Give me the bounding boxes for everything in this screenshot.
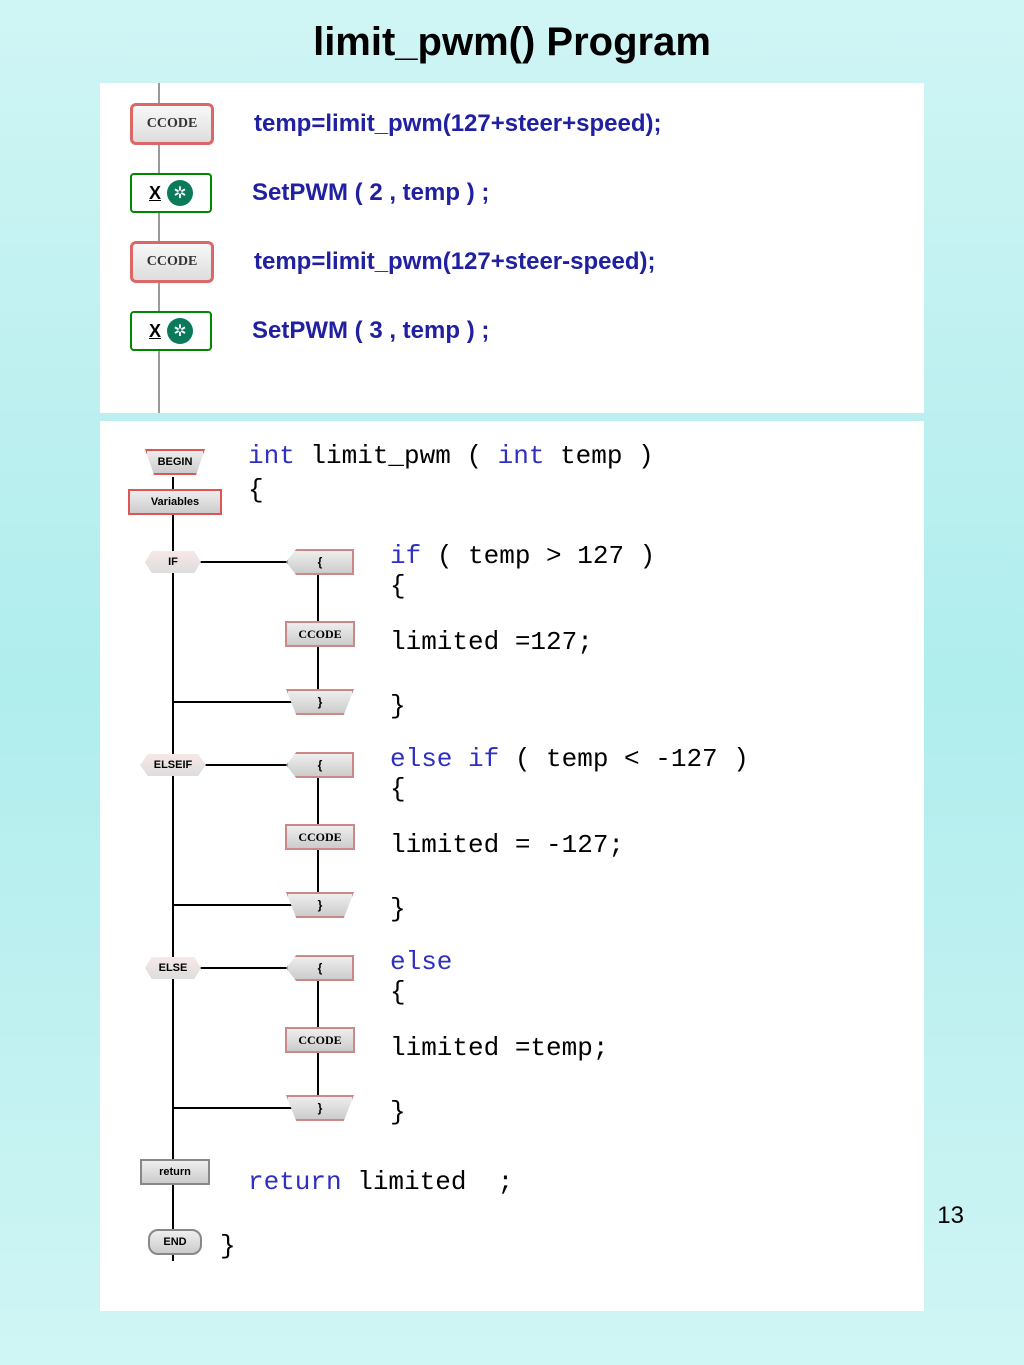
code-row: X ✲ SetPWM ( 2 , temp ) ;: [110, 173, 914, 213]
x-icon: X: [149, 321, 161, 342]
return-line: return limited ;: [248, 1167, 513, 1197]
ccode-small-icon: CCODE: [285, 1027, 355, 1053]
elseif-line: else if ( temp < -127 ): [390, 744, 749, 774]
ccode-block-icon: CCODE: [130, 103, 214, 145]
code-text: temp=limit_pwm(127+steer+speed);: [254, 110, 662, 138]
brace-open-icon: {: [286, 752, 354, 778]
close-brace-text: }: [220, 1231, 236, 1261]
variables-node-icon: Variables: [128, 489, 222, 515]
brace-open-icon: {: [286, 955, 354, 981]
gear-icon: ✲: [167, 180, 193, 206]
code-text: temp=limit_pwm(127+steer-speed);: [254, 248, 655, 276]
ccode-small-icon: CCODE: [285, 824, 355, 850]
setpwm-block-icon: X ✲: [130, 311, 212, 351]
page-number: 13: [937, 1202, 964, 1230]
else-body: limited =temp;: [390, 1033, 608, 1063]
brace-text: }: [390, 894, 406, 924]
page-title: limit_pwm() Program: [0, 0, 1024, 75]
brace-text: {: [390, 977, 406, 1007]
gear-icon: ✲: [167, 318, 193, 344]
flowchart-main-line: [172, 477, 174, 1261]
flowchart-panel: BEGIN Variables IF ELSEIF ELSE return EN…: [100, 421, 924, 1311]
elseif-body: limited = -127;: [390, 830, 624, 860]
code-text: SetPWM ( 3 , temp ) ;: [252, 317, 489, 345]
setpwm-block-icon: X ✲: [130, 173, 212, 213]
ccode-block-icon: CCODE: [130, 241, 214, 283]
begin-node-icon: BEGIN: [145, 449, 205, 475]
code-row: CCODE temp=limit_pwm(127+steer-speed);: [110, 241, 914, 283]
if-body: limited =127;: [390, 627, 593, 657]
end-node-icon: END: [148, 1229, 202, 1255]
code-row: CCODE temp=limit_pwm(127+steer+speed);: [110, 103, 914, 145]
brace-close-icon: }: [286, 892, 354, 918]
brace-text: {: [390, 774, 406, 804]
brace-text: {: [390, 571, 406, 601]
brace-open-icon: {: [286, 549, 354, 575]
code-text: SetPWM ( 2 , temp ) ;: [252, 179, 489, 207]
open-brace-text: {: [248, 475, 264, 505]
else-line: else: [390, 947, 452, 977]
brace-close-icon: }: [286, 689, 354, 715]
x-icon: X: [149, 183, 161, 204]
code-panel-top: CCODE temp=limit_pwm(127+steer+speed); X…: [100, 83, 924, 413]
return-node-icon: return: [140, 1159, 210, 1185]
brace-text: }: [390, 691, 406, 721]
function-signature: int limit_pwm ( int temp ): [248, 441, 654, 471]
ccode-small-icon: CCODE: [285, 621, 355, 647]
else-node-icon: ELSE: [145, 957, 201, 979]
if-node-icon: IF: [145, 551, 201, 573]
code-row: X ✲ SetPWM ( 3 , temp ) ;: [110, 311, 914, 351]
if-line: if ( temp > 127 ): [390, 541, 655, 571]
elseif-node-icon: ELSEIF: [140, 754, 206, 776]
brace-close-icon: }: [286, 1095, 354, 1121]
brace-text: }: [390, 1097, 406, 1127]
